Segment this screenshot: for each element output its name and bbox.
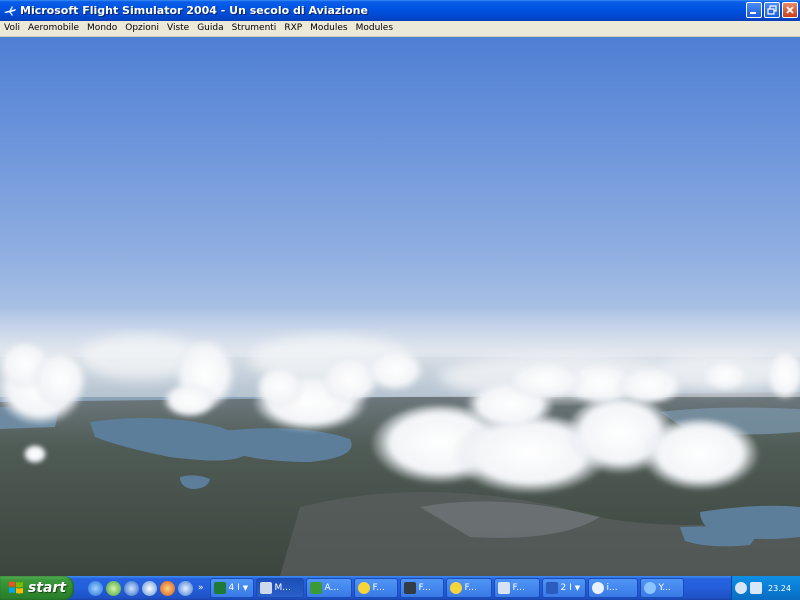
tray-expand-icon[interactable] [735,582,747,594]
clock[interactable]: 23.24 [768,584,791,593]
speaker-icon[interactable] [750,582,762,594]
task-label: F... [372,583,385,593]
monitor-icon [403,582,416,594]
task-button-f4[interactable]: F... [493,578,540,598]
menu-voli[interactable]: Voli [0,21,24,36]
menu-rxp[interactable]: RXP [280,21,306,36]
simulator-viewport[interactable] [0,37,800,576]
task-button-list: 4 I ▼ M... A... F... F... F... F... 2 I … [209,576,684,600]
word-icon [545,582,558,594]
plane-icon [497,582,510,594]
task-label: M... [274,583,291,593]
system-tray: 23.24 [731,576,800,600]
task-label: Y... [658,583,671,593]
task-button-network[interactable]: i... [587,578,638,598]
network-icon[interactable] [142,580,157,596]
scenery [0,307,800,576]
window-title: Microsoft Flight Simulator 2004 - Un sec… [20,4,368,17]
task-button-word[interactable]: 2 I ▼ [541,578,586,598]
search-icon[interactable] [178,580,193,596]
close-icon [786,6,794,14]
ie-icon[interactable] [88,580,103,596]
windows-logo-icon [9,581,23,594]
sun-icon [357,582,370,594]
task-label: 2 I [560,583,572,593]
excel-icon [213,582,226,594]
task-button-f1[interactable]: F... [353,578,398,598]
task-button-ie[interactable]: Y... [639,578,684,598]
minimize-icon [750,12,756,14]
task-label: A... [324,583,340,593]
menu-guida[interactable]: Guida [193,21,227,36]
quick-launch-more[interactable]: » [198,583,204,593]
menu-strumenti[interactable]: Strumenti [228,21,281,36]
task-button-plant[interactable]: A... [305,578,352,598]
task-button-f2[interactable]: F... [399,578,444,598]
close-button[interactable] [782,2,798,18]
menu-opzioni[interactable]: Opzioni [121,21,163,36]
menu-modules[interactable]: Modules [306,21,351,36]
chevron-down-icon: ▼ [574,584,581,592]
start-label: start [28,580,67,596]
task-button-excel[interactable]: 4 I ▼ [209,578,254,598]
title-bar[interactable]: Microsoft Flight Simulator 2004 - Un sec… [0,0,800,21]
menu-bar: Voli Aeromobile Mondo Opzioni Viste Guid… [0,21,800,37]
task-label: F... [418,583,431,593]
sun-icon [449,582,462,594]
flight-simulator-icon [259,582,272,594]
menu-mondo[interactable]: Mondo [83,21,121,36]
restore-icon [767,5,777,15]
task-button-f3[interactable]: F... [445,578,492,598]
firefox-icon[interactable] [160,580,175,596]
media-player-icon[interactable] [124,580,139,596]
flight-simulator-icon [3,5,17,17]
task-label: 4 I [228,583,240,593]
restore-button[interactable] [764,2,780,18]
menu-aeromobile[interactable]: Aeromobile [24,21,83,36]
ie-icon [643,582,656,594]
messenger-icon[interactable] [106,580,121,596]
task-label: F... [464,583,477,593]
menu-viste[interactable]: Viste [163,21,193,36]
menu-modules-2[interactable]: Modules [352,21,397,36]
minimize-button[interactable] [746,2,762,18]
taskbar: start » 4 I ▼ M... A... F... F... F... F… [0,576,800,600]
task-label: i... [606,583,618,593]
network-icon [591,582,604,594]
task-button-flight-simulator[interactable]: M... [255,578,304,598]
task-label: F... [512,583,525,593]
quick-launch-bar: » [88,576,210,600]
plant-icon [309,582,322,594]
chevron-down-icon: ▼ [242,584,249,592]
start-button[interactable]: start [0,576,74,600]
